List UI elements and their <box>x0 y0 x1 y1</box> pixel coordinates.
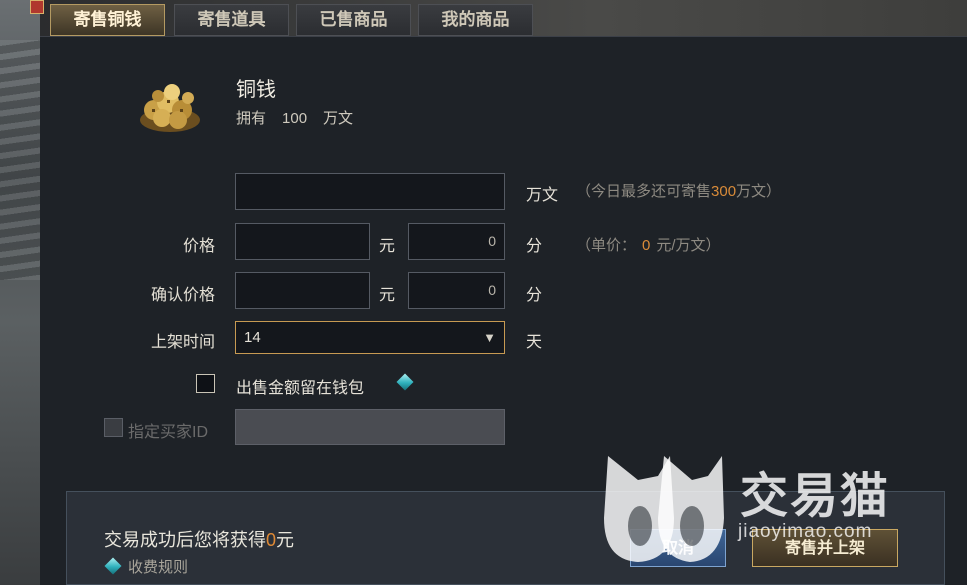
amount-unit: 万文 <box>526 187 559 204</box>
buyer-id-input[interactable] <box>235 409 505 445</box>
watermark-url: jiaoyimao.com <box>738 521 873 542</box>
owned-amount: 拥有 100 万文 <box>236 107 369 128</box>
price-yuan-unit: 元 <box>379 238 396 255</box>
listing-time-unit: 天 <box>526 334 543 351</box>
cancel-button[interactable]: 取消 <box>630 529 726 567</box>
dropdown-caret-icon: ▼ <box>483 330 496 345</box>
amount-hint: （今日最多还可寄售300万文） <box>576 180 781 201</box>
owned-value: 100 <box>282 110 308 127</box>
item-name: 铜钱 <box>236 79 276 101</box>
keep-in-wallet-checkbox[interactable] <box>196 374 215 393</box>
keep-in-wallet-label: 出售金额留在钱包 <box>236 380 365 397</box>
unit-price-hint-suffix: 元/万文） <box>656 237 721 254</box>
tab-sell-items[interactable]: 寄售道具 <box>174 4 289 36</box>
confirm-fen-input[interactable]: 0 <box>408 272 505 309</box>
gain-suffix: 元 <box>276 530 295 550</box>
owned-unit: 万文 <box>323 110 354 127</box>
confirm-fen-unit: 分 <box>526 287 543 304</box>
listing-time-select[interactable]: 14 ▼ <box>235 321 505 354</box>
price-fen-input[interactable]: 0 <box>408 223 505 260</box>
confirm-yuan-unit: 元 <box>379 287 396 304</box>
tab-sell-coins[interactable]: 寄售铜钱 <box>50 4 165 36</box>
watermark-text: 交易猫 <box>740 470 891 523</box>
unit-price-value: 0 <box>642 237 651 254</box>
listing-time-value: 14 <box>244 329 261 346</box>
unit-price-hint-prefix: （单价： <box>576 237 637 254</box>
gain-value: 0 <box>266 530 277 550</box>
amount-hint-prefix: （今日最多还可寄售 <box>576 183 712 200</box>
buyer-id-label: 指定买家ID <box>128 424 209 441</box>
confirm-price-label: 确认价格 <box>150 287 215 304</box>
background-scenery <box>0 0 40 585</box>
confirm-yuan-input[interactable] <box>235 272 370 309</box>
price-fen-unit: 分 <box>526 238 543 255</box>
coin-pile-icon <box>140 84 200 132</box>
price-yuan-input[interactable] <box>235 223 370 260</box>
fee-rule-link[interactable]: 收费规则 <box>128 556 188 577</box>
amount-hint-suffix: 万文） <box>736 183 782 200</box>
tab-sold-goods[interactable]: 已售商品 <box>296 4 411 36</box>
gain-summary: 交易成功后您将获得0元 <box>104 526 294 552</box>
tab-my-goods[interactable]: 我的商品 <box>418 4 533 36</box>
window-corner-ornament <box>30 0 44 14</box>
unit-price-hint: （单价： 0 元/万文） <box>576 234 721 255</box>
listing-time-label: 上架时间 <box>150 334 215 351</box>
price-label: 价格 <box>182 238 215 255</box>
amount-input[interactable] <box>235 173 505 210</box>
gain-prefix: 交易成功后您将获得 <box>104 530 266 550</box>
owned-label: 拥有 <box>236 110 267 127</box>
buyer-id-checkbox[interactable] <box>104 418 123 437</box>
amount-hint-value: 300 <box>711 183 737 200</box>
